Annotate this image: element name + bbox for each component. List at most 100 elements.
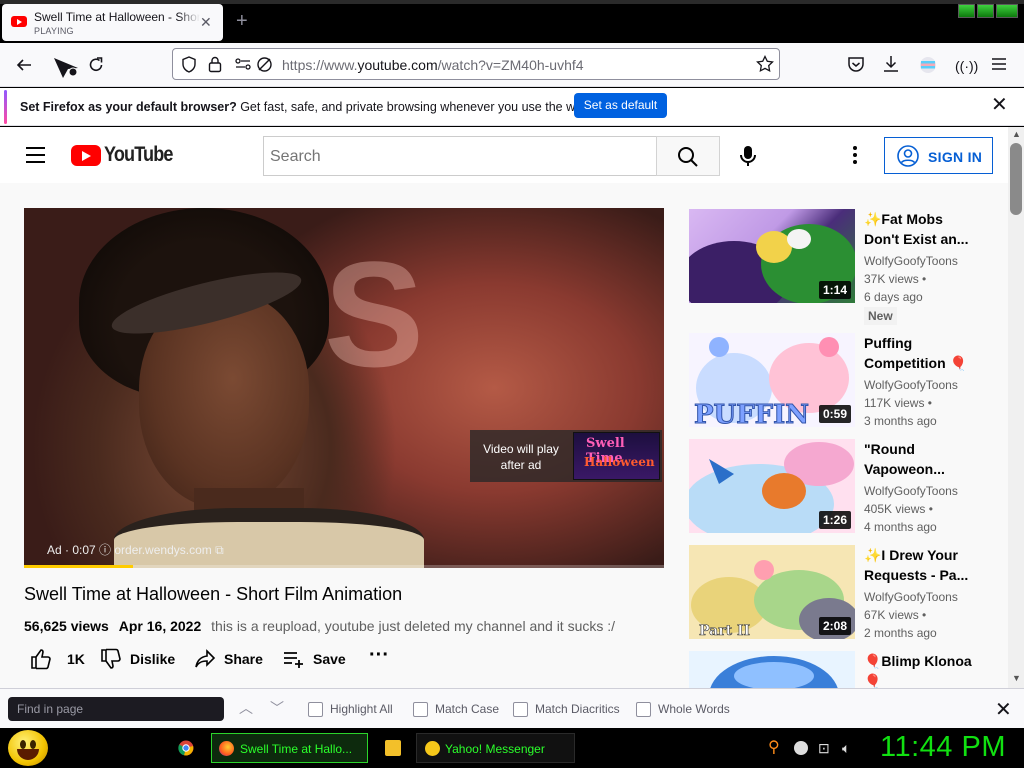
search-input[interactable]: Search xyxy=(263,136,657,176)
suggested-video[interactable]: PUFFIN 0:59 Puffing Competition 🎈 WolfyG… xyxy=(689,333,989,428)
files-folder-icon[interactable] xyxy=(385,740,401,756)
chrome-launcher-icon[interactable] xyxy=(178,740,194,761)
permissions-icon[interactable] xyxy=(235,57,251,76)
share-button[interactable]: Share xyxy=(194,647,263,671)
start-menu-smiley-icon[interactable] xyxy=(8,730,48,766)
back-arrow-icon[interactable] xyxy=(15,56,33,77)
os-taskbar: Swell Time at Hallo... Yahoo! Messenger … xyxy=(0,728,1024,768)
svg-text:PUFFIN: PUFFIN xyxy=(694,400,809,427)
ad-progress-bar[interactable] xyxy=(24,565,664,568)
match-case-checkbox[interactable]: Match Case xyxy=(413,700,499,718)
pocket-icon[interactable] xyxy=(847,56,865,76)
video-thumbnail[interactable]: 1:14 xyxy=(689,209,855,303)
url-prefix: https://www. xyxy=(282,57,358,73)
voice-search-button[interactable] xyxy=(736,144,760,168)
video-thumbnail[interactable]: 1:26 xyxy=(689,439,855,533)
suggested-video-title[interactable]: ✨I Drew Your Requests - Pa... xyxy=(864,545,979,585)
channel-name[interactable]: WolfyGoofyToons xyxy=(864,484,958,498)
taskbar-clock[interactable]: 11:44 PM xyxy=(880,731,1006,764)
checkbox-box[interactable] xyxy=(636,701,651,717)
youtube-logo[interactable]: YouTube xyxy=(71,143,184,166)
notification-close-icon[interactable]: ✕ xyxy=(991,95,1008,115)
status-tray-icon[interactable] xyxy=(794,741,808,755)
set-as-default-button[interactable]: Set as default xyxy=(574,93,667,118)
tab-strip: Swell Time at Halloween - Short Film Ani… xyxy=(0,0,1024,43)
address-bar[interactable]: https://www.youtube.com/watch?v=ZM40h-uv… xyxy=(172,48,780,80)
url-text[interactable]: https://www.youtube.com/watch?v=ZM40h-uv… xyxy=(282,57,584,73)
find-input[interactable]: Find in page xyxy=(8,697,224,721)
page-scrollbar[interactable]: ▲ ▼ xyxy=(1008,127,1024,688)
autoplay-blocked-icon[interactable] xyxy=(256,56,273,78)
tracking-protection-shield-icon[interactable] xyxy=(181,56,197,78)
save-button[interactable]: Save xyxy=(283,647,346,671)
suggested-upload-age: 4 months ago xyxy=(864,520,937,534)
new-badge: New xyxy=(864,307,897,325)
video-player[interactable]: S Video will play after ad Swell Time Ha… xyxy=(24,208,664,568)
extensions-icon[interactable]: ((·)) xyxy=(955,57,978,75)
whole-words-checkbox[interactable]: Whole Words xyxy=(636,700,730,718)
scrollbar-thumb[interactable] xyxy=(1010,143,1022,215)
find-placeholder: Find in page xyxy=(17,702,84,716)
find-previous-icon[interactable]: ︿ xyxy=(239,698,253,718)
downloads-icon[interactable] xyxy=(883,55,899,76)
suggested-video[interactable]: 🎈Blimp Klonoa 🎈 xyxy=(689,651,989,688)
scroll-down-arrow-icon[interactable]: ▼ xyxy=(1012,673,1021,683)
tab-close-icon[interactable]: ✕ xyxy=(200,15,212,29)
maximize-button[interactable] xyxy=(977,4,994,18)
video-thumbnail[interactable]: PUFFIN 0:59 xyxy=(689,333,855,427)
find-bar-close-icon[interactable]: ✕ xyxy=(995,697,1012,722)
upcoming-video-thumbnail[interactable]: Swell Time Halloween xyxy=(573,432,660,480)
video-thumbnail[interactable] xyxy=(689,651,855,688)
guide-menu-icon[interactable] xyxy=(26,147,46,163)
highlight-all-checkbox[interactable]: Highlight All xyxy=(308,700,393,718)
taskbar-firefox-window[interactable]: Swell Time at Hallo... xyxy=(211,733,368,763)
reload-icon[interactable] xyxy=(87,56,105,77)
ad-preview-overlay[interactable]: Video will play after ad Swell Time Hall… xyxy=(470,430,662,482)
network-tray-icon[interactable]: ⊡ xyxy=(818,740,830,756)
browser-tab[interactable]: Swell Time at Halloween - Short Film Ani… xyxy=(2,4,223,41)
checkbox-box[interactable] xyxy=(413,701,428,717)
close-window-button[interactable] xyxy=(996,4,1018,18)
default-browser-notification: Set Firefox as your default browser? Get… xyxy=(0,88,1024,126)
search-tray-icon[interactable]: ⚲ xyxy=(768,740,780,756)
bookmark-star-icon[interactable] xyxy=(756,54,774,78)
suggested-video[interactable]: Part II 2:08 ✨I Drew Your Requests - Pa.… xyxy=(689,545,989,640)
volume-tray-icon[interactable]: 🔈︎ xyxy=(842,740,850,756)
ad-info-text[interactable]: Ad · 0:07 ⓘ order.wendys.com ⧉ xyxy=(47,541,224,558)
search-button[interactable] xyxy=(656,136,720,176)
dislike-button[interactable]: Dislike xyxy=(100,647,175,671)
taskbar-messenger-window[interactable]: Yahoo! Messenger xyxy=(416,733,575,763)
suggested-video[interactable]: 1:14 ✨Fat Mobs Don't Exist an... WolfyGo… xyxy=(689,209,989,325)
suggested-video[interactable]: 1:26 "Round Vapoweon... WolfyGoofyToons … xyxy=(689,439,989,534)
channel-name[interactable]: WolfyGoofyToons xyxy=(864,254,958,268)
youtube-wordmark: YouTube xyxy=(104,143,173,166)
checkbox-box[interactable] xyxy=(308,701,323,717)
channel-name[interactable]: WolfyGoofyToons xyxy=(864,378,958,392)
share-arrow-icon xyxy=(195,649,216,668)
more-actions-icon[interactable]: ··· xyxy=(369,643,389,667)
video-thumbnail[interactable]: Part II 2:08 xyxy=(689,545,855,639)
suggested-video-title[interactable]: 🎈Blimp Klonoa 🎈 xyxy=(864,651,979,688)
video-duration: 1:26 xyxy=(818,511,851,529)
sign-in-button[interactable]: SIGN IN xyxy=(884,137,993,174)
settings-more-icon[interactable] xyxy=(853,146,859,166)
find-next-icon[interactable]: ﹀ xyxy=(270,698,284,718)
microphone-icon xyxy=(740,146,756,166)
minimize-button[interactable] xyxy=(958,4,975,18)
match-diacritics-checkbox[interactable]: Match Diacritics xyxy=(513,700,620,718)
app-menu-icon[interactable] xyxy=(991,56,1007,74)
video-description-snippet[interactable]: this is a reupload, youtube just deleted… xyxy=(211,618,615,634)
scroll-up-arrow-icon[interactable]: ▲ xyxy=(1012,129,1021,139)
suggested-video-title[interactable]: ✨Fat Mobs Don't Exist an... xyxy=(864,209,979,249)
checkbox-box[interactable] xyxy=(513,701,528,717)
suggested-upload-age: 2 months ago xyxy=(864,626,937,640)
youtube-favicon-icon xyxy=(11,16,27,27)
new-tab-icon[interactable]: + xyxy=(236,11,248,31)
suggested-video-title[interactable]: Puffing Competition 🎈 xyxy=(864,333,979,373)
like-button[interactable]: 1K xyxy=(30,647,85,671)
channel-name[interactable]: WolfyGoofyToons xyxy=(864,590,958,604)
whole-words-label: Whole Words xyxy=(658,702,730,716)
account-avatar-icon[interactable] xyxy=(919,56,937,77)
suggested-video-title[interactable]: "Round Vapoweon... xyxy=(864,439,979,479)
lock-icon[interactable] xyxy=(208,56,222,78)
